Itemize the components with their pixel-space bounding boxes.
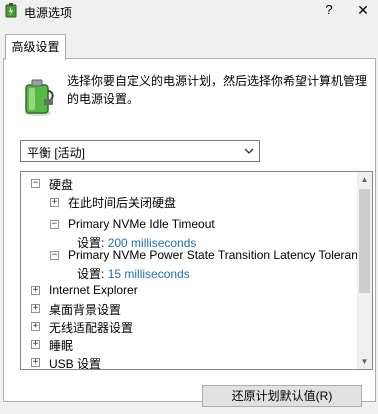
close-button[interactable]: ✕ <box>352 1 374 19</box>
battery-plug-icon <box>25 79 54 116</box>
expand-toggle-wireless-adapter[interactable]: + <box>31 322 40 331</box>
title-bar: 电源选项 ? ✕ <box>0 0 378 22</box>
tree-node-usb-settings[interactable]: USB 设置 <box>49 355 101 369</box>
tree-node-wireless-adapter[interactable]: 无线适配器设置 <box>49 319 133 336</box>
restore-plan-defaults-button[interactable]: 还原计划默认值(R) <box>202 385 362 407</box>
tree-node-hard-disk[interactable]: 硬盘 <box>49 176 73 193</box>
tab-advanced-settings[interactable]: 高级设置 <box>5 34 66 60</box>
nvme-latency-setting-value[interactable]: 15 milliseconds <box>108 267 190 281</box>
collapse-toggle-nvme-latency[interactable]: − <box>50 251 59 260</box>
nvme-latency-setting[interactable]: 设置: 15 milliseconds <box>77 265 190 282</box>
scroll-down-arrow-icon[interactable]: ▼ <box>357 354 372 369</box>
scroll-up-arrow-icon[interactable]: ▲ <box>357 172 372 187</box>
instructions-line-1: 选择你要自定义的电源计划，然后选择你希望计算机管理 <box>67 74 368 88</box>
tree-node-desktop-background[interactable]: 桌面背景设置 <box>49 301 121 318</box>
setting-label: 设置: <box>77 267 105 281</box>
collapse-toggle-hard-disk[interactable]: − <box>31 179 40 188</box>
power-plan-select[interactable]: 平衡 [活动] <box>20 140 260 162</box>
window-title: 电源选项 <box>24 6 73 20</box>
tree-node-nvme-idle-timeout[interactable]: Primary NVMe Idle Timeout <box>68 217 215 231</box>
expand-toggle-turn-off-disk[interactable]: + <box>50 198 59 207</box>
scrollbar-thumb[interactable] <box>359 189 370 293</box>
help-button[interactable]: ? <box>318 1 340 19</box>
advanced-settings-panel: 选择你要自定义的电源计划，然后选择你希望计算机管理 的电源设置。 平衡 [活动]… <box>3 58 376 407</box>
power-plan-value: 平衡 [活动] <box>27 146 86 160</box>
settings-tree[interactable]: − 硬盘 + 在此时间后关闭硬盘 − Primary NVMe Idle Tim… <box>20 171 373 370</box>
chevron-down-icon <box>244 148 254 154</box>
tree-node-internet-explorer[interactable]: Internet Explorer <box>49 283 138 297</box>
instructions-line-2: 的电源设置。 <box>67 92 140 106</box>
instructions-text: 选择你要自定义的电源计划，然后选择你希望计算机管理 的电源设置。 <box>67 72 367 108</box>
tree-node-turn-off-disk[interactable]: 在此时间后关闭硬盘 <box>68 194 176 211</box>
power-options-icon <box>5 3 17 18</box>
tree-node-sleep[interactable]: 睡眠 <box>49 337 73 354</box>
expand-toggle-sleep[interactable]: + <box>31 340 40 349</box>
tree-node-nvme-latency-tolerance[interactable]: Primary NVMe Power State Transition Late… <box>68 248 371 262</box>
tree-scrollbar[interactable]: ▲ ▼ <box>357 172 372 369</box>
expand-toggle-internet-explorer[interactable]: + <box>31 286 40 295</box>
collapse-toggle-nvme-idle[interactable]: − <box>50 220 59 229</box>
expand-toggle-desktop-background[interactable]: + <box>31 304 40 313</box>
expand-toggle-usb[interactable]: + <box>31 358 40 367</box>
